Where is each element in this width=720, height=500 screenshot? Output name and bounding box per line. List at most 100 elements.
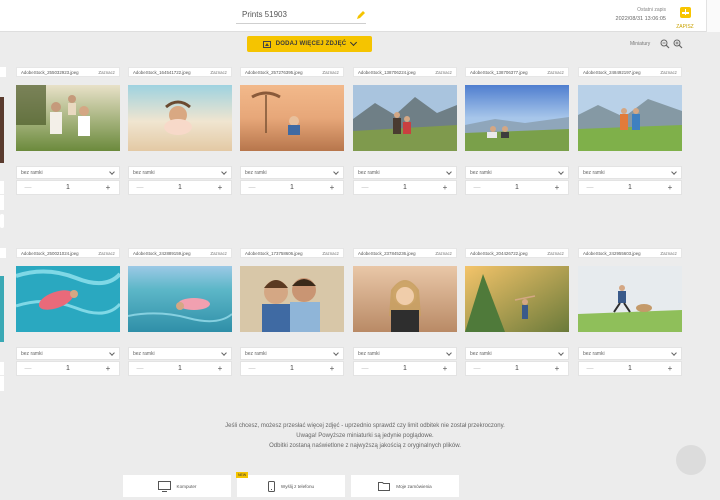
frame-select[interactable]: bez ramki [578,166,682,179]
minus-button[interactable]: — [354,365,376,372]
photo-card: AdobeStock_242955603.jpeg Zaznacz bez ram… [578,248,682,376]
plus-button[interactable]: + [546,183,568,192]
plus-button[interactable]: + [209,183,231,192]
photo-header: AdobeStock_255032923.jpeg Zaznacz [16,67,120,77]
quantity-value[interactable]: 1 [488,365,546,372]
select-link[interactable]: Zaznacz [210,251,227,256]
select-link[interactable]: Zaznacz [547,70,564,75]
monitor-icon [157,480,171,492]
photo-thumbnail[interactable] [128,85,232,151]
add-photos-button[interactable]: DODAJ WIĘCEJ ZDJĘĆ [247,36,372,52]
plus-button[interactable]: + [434,364,456,373]
select-link[interactable]: Zaznacz [660,70,677,75]
select-link[interactable]: Zaznacz [435,70,452,75]
plus-button[interactable]: + [209,364,231,373]
frame-select[interactable]: bez ramki [353,347,457,360]
right-panel-edge [706,0,720,32]
frame-select[interactable]: bez ramki [578,347,682,360]
photo-thumbnail[interactable] [128,266,232,332]
save-button[interactable]: ZAPISZ [672,5,698,30]
photo-thumbnail[interactable] [578,85,682,151]
minus-button[interactable]: — [579,184,601,191]
frame-select[interactable]: bez ramki [465,347,569,360]
plus-button[interactable]: + [321,183,343,192]
plus-button[interactable]: + [659,183,681,192]
select-link[interactable]: Zaznacz [660,251,677,256]
plus-button[interactable]: + [659,364,681,373]
quantity-value[interactable]: 1 [376,184,434,191]
quantity-value[interactable]: 1 [376,365,434,372]
minus-button[interactable]: — [466,184,488,191]
floating-action-button[interactable] [676,445,706,475]
quantity-value[interactable]: 1 [263,365,321,372]
photo-thumbnail[interactable] [353,266,457,332]
plus-button[interactable]: + [434,183,456,192]
quantity-value[interactable]: 1 [39,184,97,191]
send-from-phone-button[interactable]: NEW Wyślij z telefonu [236,472,345,497]
minus-button[interactable]: — [354,184,376,191]
chevron-down-icon [221,168,227,175]
plus-button[interactable]: + [97,183,119,192]
frame-select[interactable]: bez ramki [16,347,120,360]
quantity-stepper: —1 + [465,361,569,376]
minus-button[interactable]: — [241,365,263,372]
frame-value: bez ramki [358,169,380,176]
photo-thumbnail[interactable] [240,85,344,151]
frame-value: bez ramki [21,169,43,176]
minus-button[interactable]: — [17,184,39,191]
quantity-stepper: —1 + [128,361,232,376]
frame-select[interactable]: bez ramki [128,347,232,360]
frame-select[interactable]: bez ramki [353,166,457,179]
file-name: AdobeStock_204426722.jpeg [470,250,528,256]
select-link[interactable]: Zaznacz [98,70,115,75]
plus-button[interactable]: + [97,364,119,373]
minus-button[interactable]: — [17,365,39,372]
quantity-value[interactable]: 1 [601,365,659,372]
quantity-value[interactable]: 1 [601,184,659,191]
frame-select[interactable]: bez ramki [16,166,120,179]
minus-button[interactable]: — [579,365,601,372]
photo-thumbnail[interactable] [16,85,120,151]
frame-select[interactable]: bez ramki [240,166,344,179]
quantity-value[interactable]: 1 [151,184,209,191]
select-link[interactable]: Zaznacz [322,70,339,75]
photo-thumbnail[interactable] [353,85,457,151]
upload-info: Jeśli chcesz, możesz przesłać więcej zdj… [100,421,630,451]
photo-thumbnail[interactable] [578,266,682,332]
scroll-handle[interactable] [0,214,4,228]
select-link[interactable]: Zaznacz [322,251,339,256]
quantity-value[interactable]: 1 [151,365,209,372]
my-orders-button[interactable]: Moje zamówienia [351,475,459,497]
chevron-down-icon [671,168,677,175]
minus-button[interactable]: — [129,184,151,191]
minus-button[interactable]: — [466,365,488,372]
photo-thumbnail[interactable] [465,266,569,332]
frame-select[interactable]: bez ramki [465,166,569,179]
chevron-down-icon [558,349,564,356]
photo-thumbnail[interactable] [465,85,569,151]
photo-thumbnail[interactable] [16,266,120,332]
zoom-in-icon[interactable] [673,39,683,49]
quantity-value[interactable]: 1 [488,184,546,191]
plus-button[interactable]: + [546,364,568,373]
zoom-out-icon[interactable] [660,39,670,49]
quantity-value[interactable]: 1 [39,365,97,372]
frame-select[interactable]: bez ramki [128,166,232,179]
frame-value: bez ramki [583,350,605,357]
photo-header: AdobeStock_257276395.jpeg Zaznacz [240,67,344,77]
plus-button[interactable]: + [321,364,343,373]
computer-button[interactable]: Komputer [123,475,231,497]
select-link[interactable]: Zaznacz [435,251,452,256]
chevron-down-icon [446,168,452,175]
quantity-value[interactable]: 1 [263,184,321,191]
photo-thumbnail[interactable] [240,266,344,332]
select-link[interactable]: Zaznacz [547,251,564,256]
minus-button[interactable]: — [129,365,151,372]
minus-button[interactable]: — [241,184,263,191]
select-link[interactable]: Zaznacz [210,70,227,75]
frame-select[interactable]: bez ramki [240,347,344,360]
project-title-input[interactable]: Prints 51903 [236,6,366,24]
photo-header: AdobeStock_242889159.jpeg Zaznacz [128,248,232,258]
pencil-icon[interactable] [356,10,366,20]
select-link[interactable]: Zaznacz [98,251,115,256]
